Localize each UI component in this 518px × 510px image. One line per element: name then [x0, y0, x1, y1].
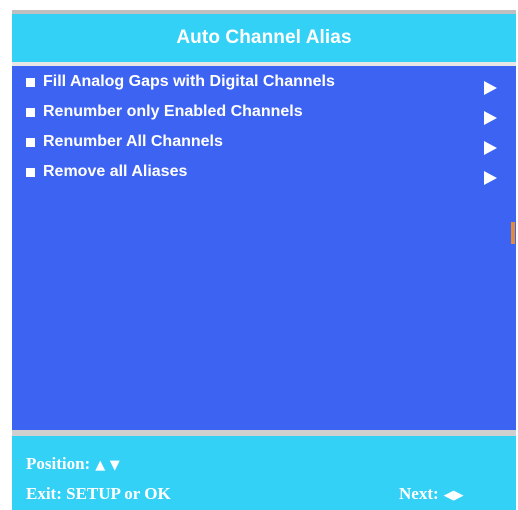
up-down-arrows-icon: ▲ ▼	[95, 458, 120, 473]
scroll-marker	[511, 222, 515, 244]
menu-item-renumber-all[interactable]: Renumber All Channels	[12, 132, 516, 162]
arrow-right-icon[interactable]	[484, 111, 497, 125]
arrow-right-icon[interactable]	[484, 171, 497, 185]
title-bar: Auto Channel Alias	[12, 10, 516, 62]
bullet-icon	[26, 78, 35, 87]
next-label: Next:	[399, 484, 439, 503]
osd-screen: Auto Channel Alias Fill Analog Gaps with…	[12, 10, 516, 510]
exit-hint: Exit: SETUP or OK	[26, 484, 171, 503]
bullet-icon	[26, 138, 35, 147]
menu-panel: Fill Analog Gaps with Digital Channels R…	[12, 62, 516, 430]
position-hint: Position: ▲ ▼	[26, 454, 120, 474]
page-title: Auto Channel Alias	[176, 27, 352, 48]
help-footer: Position: ▲ ▼ Exit: SETUP or OK Next: ◀▶	[12, 430, 516, 510]
bullet-icon	[26, 108, 35, 117]
menu-item-label: Fill Analog Gaps with Digital Channels	[43, 73, 335, 90]
arrow-right-icon[interactable]	[484, 81, 497, 95]
menu-item-renumber-enabled[interactable]: Renumber only Enabled Channels	[12, 102, 516, 132]
position-label: Position:	[26, 454, 91, 473]
next-hint: Next: ◀▶	[399, 484, 464, 504]
left-right-arrows-icon: ◀▶	[443, 488, 464, 503]
bullet-icon	[26, 168, 35, 177]
menu-item-label: Renumber All Channels	[43, 133, 223, 150]
arrow-right-icon[interactable]	[484, 141, 497, 155]
menu-item-fill-analog-gaps[interactable]: Fill Analog Gaps with Digital Channels	[12, 72, 516, 102]
menu-item-remove-aliases[interactable]: Remove all Aliases	[12, 162, 516, 192]
menu-item-label: Remove all Aliases	[43, 163, 188, 180]
menu-list: Fill Analog Gaps with Digital Channels R…	[12, 72, 516, 192]
menu-item-label: Renumber only Enabled Channels	[43, 103, 303, 120]
